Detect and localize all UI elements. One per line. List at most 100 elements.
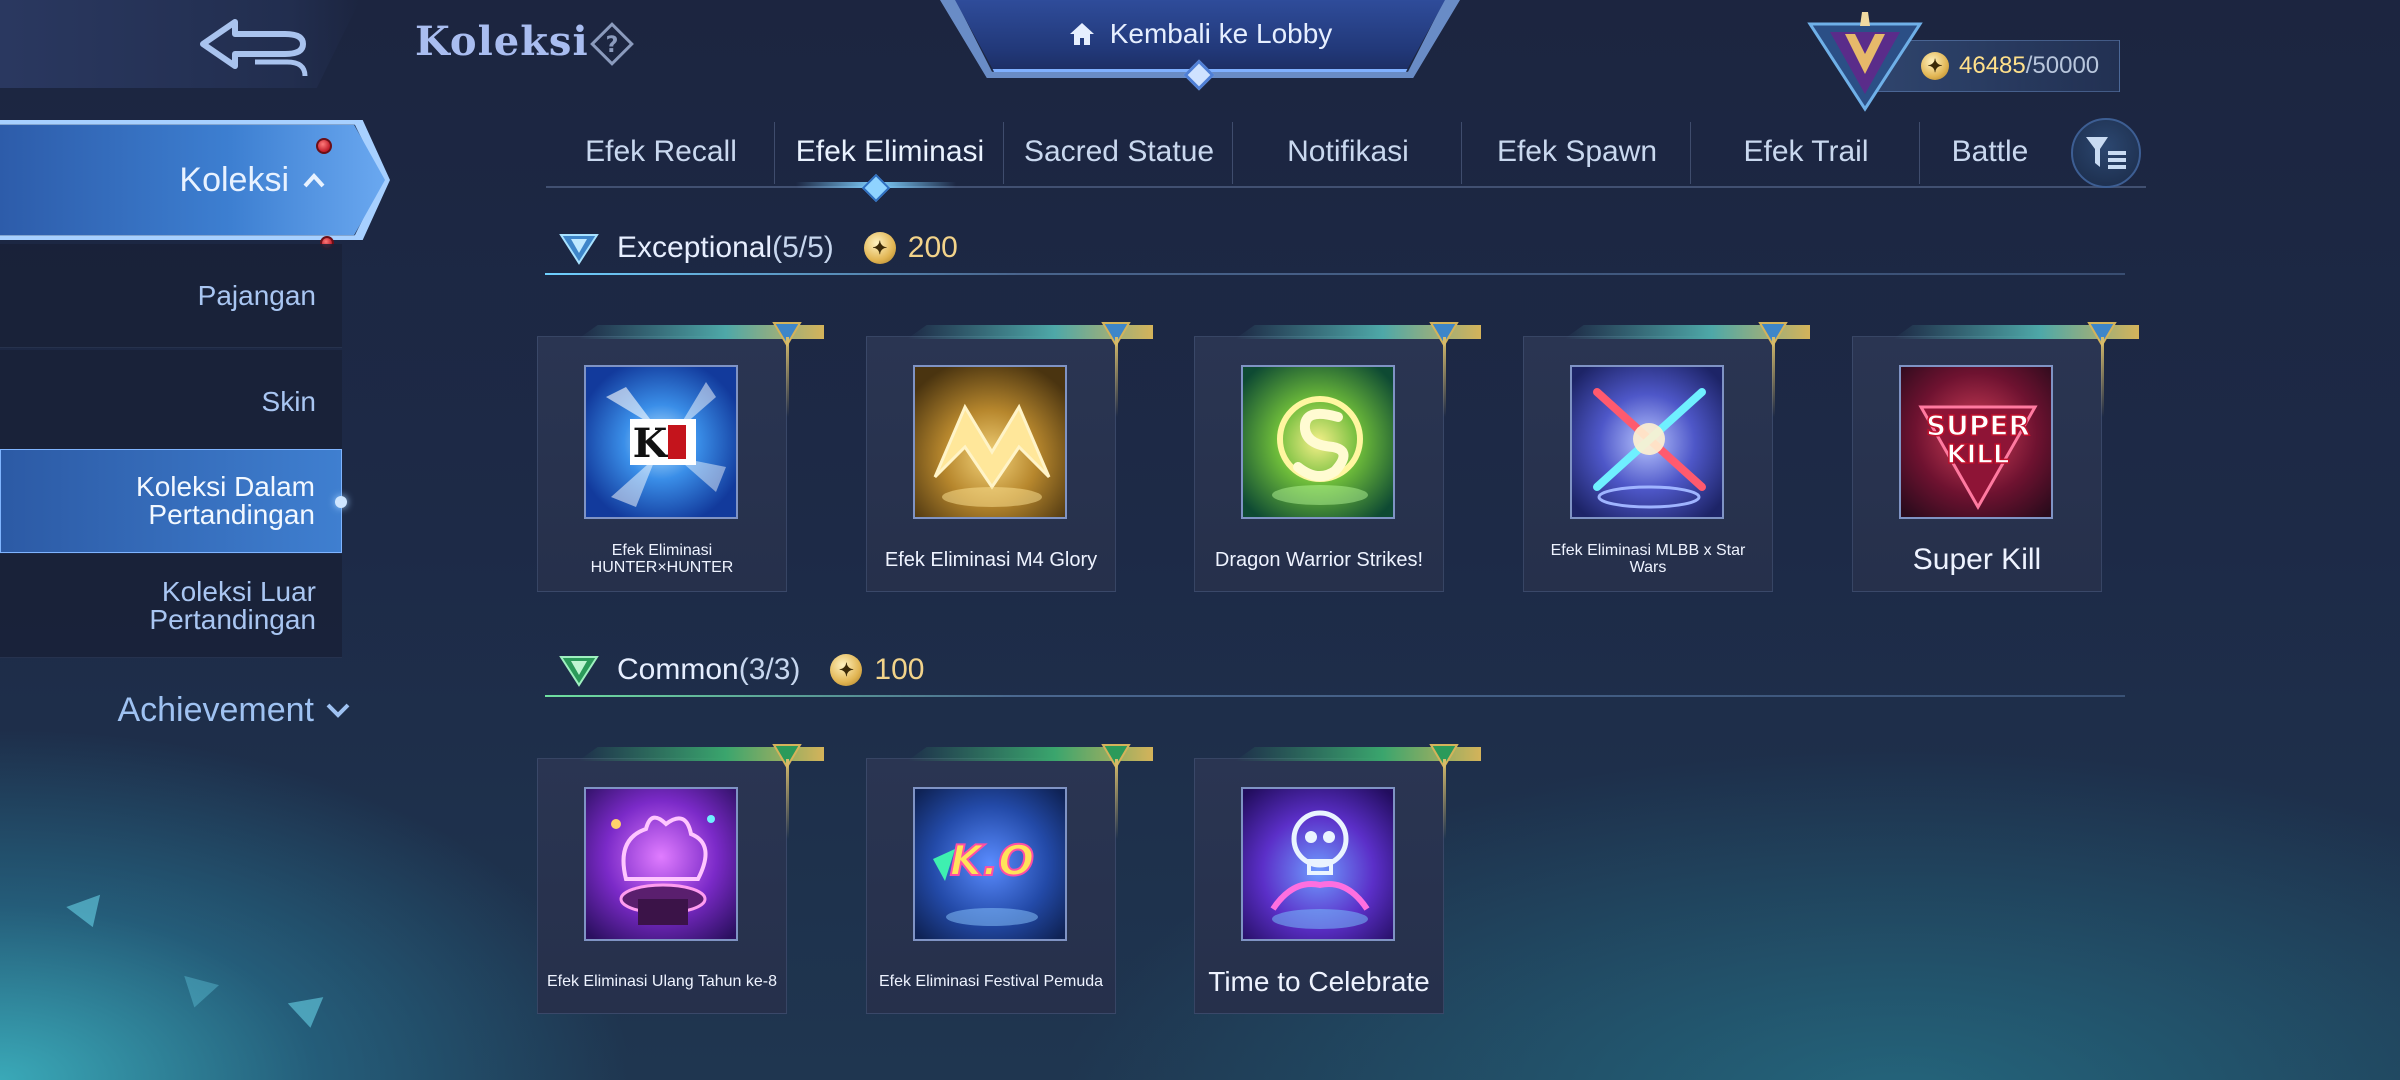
exceptional-tier-icon — [559, 234, 599, 265]
section-header-exceptional: Exceptional(5/5) ✦ 200 — [545, 218, 2125, 278]
collection-coin-icon: ✦ — [863, 232, 896, 264]
achievement-label: Achievement — [117, 690, 314, 729]
sidebar-item-label: Koleksi Dalam Pertandingan — [136, 471, 315, 530]
tab-label: Efek Spawn — [1496, 135, 1658, 168]
section-name: Common — [617, 653, 739, 686]
page-title: Koleksi — [415, 18, 589, 65]
filter-button[interactable] — [2071, 118, 2141, 188]
m4-glory-thumbnail — [913, 365, 1067, 519]
tab-efek-trail[interactable]: Efek Trail — [1691, 120, 1921, 184]
card-label: Efek Eliminasi MLBB x Star Wars — [1550, 542, 1746, 576]
collection-card[interactable]: Efek Eliminasi Ulang Tahun ke-8 — [537, 744, 824, 1014]
tab-notifikasi[interactable]: Notifikasi — [1233, 120, 1463, 184]
back-to-lobby-button[interactable]: Kembali ke Lobby — [1040, 14, 1360, 54]
sidebar-item-skin[interactable]: Skin — [0, 350, 342, 454]
hunter-x-hunter-thumbnail: K — [584, 365, 738, 519]
tab-efek-eliminasi[interactable]: Efek Eliminasi — [775, 120, 1005, 184]
decorative-shape — [176, 975, 220, 1013]
card-edge — [1443, 759, 1446, 839]
collection-card[interactable]: Efek Eliminasi M4 Glory — [866, 322, 1153, 592]
anniversary-thumbnail — [584, 787, 738, 941]
tab-label: Sacred Statue — [1023, 135, 1215, 168]
decorative-shape — [287, 997, 329, 1031]
svg-text:K.O: K.O — [950, 836, 1034, 885]
section-reward: ✦ 200 — [863, 231, 958, 265]
sidebar-item-koleksi-luar-pertandingan[interactable]: Koleksi Luar Pertandingan — [0, 554, 342, 658]
section-divider — [545, 695, 2125, 697]
collection-card[interactable]: K Efek Eliminasi HUNTER×HUNTER — [537, 322, 824, 592]
card-edge — [786, 337, 789, 417]
svg-text:?: ? — [606, 33, 619, 58]
sidebar-main-label: Koleksi — [179, 160, 289, 199]
back-arrow-icon — [200, 19, 308, 77]
sidebar: Koleksi Pajangan Skin Koleksi Dalam Pert… — [0, 120, 390, 760]
svg-text:K: K — [633, 420, 669, 467]
collection-coin-icon: ✦ — [830, 654, 863, 686]
collection-card[interactable]: K.O Efek Eliminasi Festival Pemuda — [866, 744, 1153, 1014]
card-edge — [1115, 759, 1118, 839]
sidebar-item-label: Skin — [261, 385, 316, 417]
decorative-shape — [66, 894, 110, 934]
tab-label: Efek Recall — [585, 135, 737, 168]
youth-festival-thumbnail: K.O — [913, 787, 1067, 941]
section-count: (3/3) — [738, 653, 801, 686]
back-button[interactable] — [195, 14, 315, 78]
card-label: Dragon Warrior Strikes! — [1214, 548, 1424, 571]
common-tier-icon — [559, 656, 599, 687]
sidebar-item-koleksi-dalam-pertandingan[interactable]: Koleksi Dalam Pertandingan — [0, 449, 347, 553]
filter-icon — [2086, 137, 2126, 169]
card-edge — [1772, 337, 1775, 417]
tab-efek-recall[interactable]: Efek Recall — [546, 120, 776, 184]
card-edge — [786, 759, 789, 839]
category-tabs: Efek Recall Efek Eliminasi Sacred Statue… — [546, 118, 2146, 203]
tab-label: Efek Eliminasi — [795, 135, 985, 168]
top-bar: Koleksi ? Kembali ke Lobby ✦ 46485/50000 — [0, 0, 2400, 112]
tab-battle[interactable]: Battle — [1920, 120, 2060, 184]
tab-efek-spawn[interactable]: Efek Spawn — [1462, 120, 1692, 184]
tab-sacred-statue[interactable]: Sacred Statue — [1004, 120, 1234, 184]
sidebar-item-label: Pajangan — [197, 279, 316, 311]
sidebar-item-label: Koleksi Luar Pertandingan — [149, 575, 316, 635]
section-header-common: Common(3/3) ✦ 100 — [545, 640, 2125, 700]
tab-label: Efek Trail — [1743, 135, 1869, 168]
super-kill-thumbnail: SUPER KILL — [1899, 365, 2053, 519]
time-to-celebrate-thumbnail — [1241, 787, 1395, 941]
card-label: Super Kill — [1912, 543, 2042, 577]
section-count: (5/5) — [772, 231, 834, 264]
card-edge — [1115, 337, 1118, 417]
section-reward: ✦ 100 — [830, 653, 924, 687]
section-divider — [545, 273, 2125, 275]
chevron-up-icon — [303, 173, 325, 188]
card-edge — [2101, 337, 2104, 417]
svg-text:KILL: KILL — [1947, 440, 2010, 470]
section-name: Exceptional — [617, 231, 773, 264]
sidebar-item-pajangan[interactable]: Pajangan — [0, 244, 342, 348]
lobby-label: Kembali ke Lobby — [1109, 18, 1333, 49]
card-label: Time to Celebrate — [1208, 966, 1430, 998]
tab-baseline — [546, 186, 2146, 188]
sidebar-item-achievement[interactable]: Achievement — [0, 680, 360, 740]
chevron-down-icon — [326, 703, 350, 718]
home-icon — [1069, 23, 1094, 45]
notification-badge — [316, 138, 332, 154]
collection-card[interactable]: Efek Eliminasi MLBB x Star Wars — [1523, 322, 1810, 592]
card-label: Efek Eliminasi HUNTER×HUNTER — [590, 542, 734, 576]
tab-label: Notifikasi — [1287, 135, 1409, 168]
points-max: /50000 — [2025, 52, 2100, 79]
card-edge — [1443, 337, 1446, 417]
collection-card[interactable]: Time to Celebrate — [1194, 744, 1481, 1014]
tab-label: Battle — [1951, 135, 2029, 168]
points-current: 46485 — [1959, 52, 2026, 79]
svg-text:SUPER: SUPER — [1926, 409, 2030, 442]
card-label: Efek Eliminasi Festival Pemuda — [878, 972, 1104, 990]
dragon-warrior-thumbnail — [1241, 365, 1395, 519]
star-wars-thumbnail — [1570, 365, 1724, 519]
help-icon[interactable]: ? — [590, 22, 634, 66]
section-reward-value: 200 — [907, 231, 958, 264]
collection-card[interactable]: Dragon Warrior Strikes! — [1194, 322, 1481, 592]
collection-card[interactable]: SUPER KILL Super Kill — [1852, 322, 2139, 592]
active-indicator — [335, 496, 347, 508]
card-label: Efek Eliminasi Ulang Tahun ke-8 — [546, 972, 778, 990]
section-reward-value: 100 — [874, 653, 925, 686]
collector-rank-emblem-icon — [1807, 12, 1923, 112]
